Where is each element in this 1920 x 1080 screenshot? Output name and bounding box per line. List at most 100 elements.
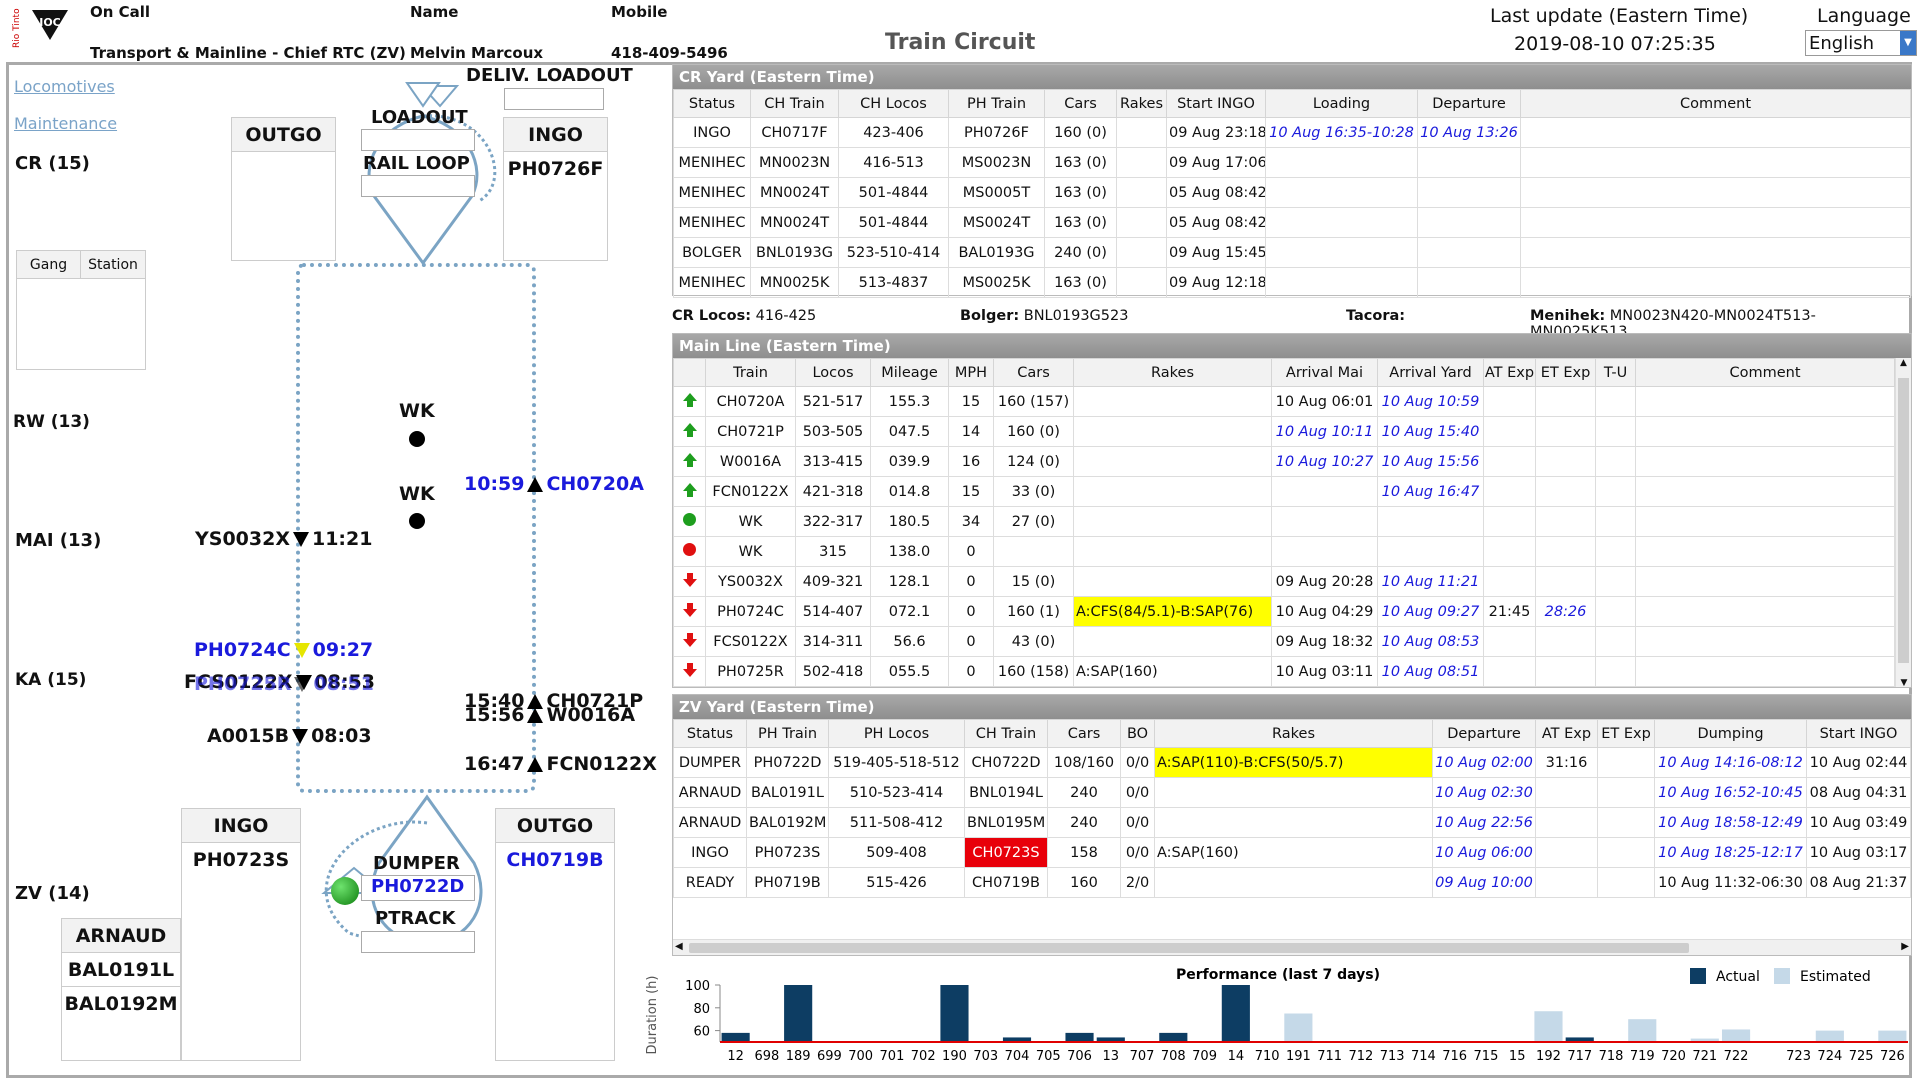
table-row[interactable]: MENIHEC MN0025K 513-4837 MS0025K 163 (0) 09 A… [673,267,1911,298]
table-cell: 322-317 [795,506,871,537]
table-cell [1595,416,1636,447]
table-row[interactable]: FCS0122X 314-311 56.6 0 43 (0) 09 Aug 18:32 10… [673,626,1895,657]
ml-col-header[interactable]: Rakes [1073,358,1272,387]
ptrack-slot[interactable] [361,931,475,953]
ingo-bottom-box[interactable]: INGO PH0723S [181,808,301,1061]
zv-col-header[interactable]: PH Train [746,719,829,748]
table-row[interactable]: ARNAUD BAL0192M 511-508-412 BNL0195M 240 0/0 1… [673,807,1911,838]
zv-col-header[interactable]: CH Train [964,719,1048,748]
rail-loop-slot[interactable] [361,175,475,197]
table-cell: MS0023N [948,147,1045,178]
table-cell: READY [673,867,747,898]
wk-dot-1[interactable] [409,431,425,447]
zv-col-header[interactable]: BO [1120,719,1155,748]
arnaud-box[interactable]: ARNAUD BAL0191L BAL0192M [61,918,181,1061]
train-w0016a[interactable]: 15:56 W0016A [464,704,635,726]
cr-col-header[interactable]: Rakes [1116,89,1167,118]
table-cell: 138.0 [870,536,949,567]
cr-col-header[interactable]: CH Train [750,89,839,118]
table-cell [1635,656,1895,687]
ml-col-header[interactable]: Arrival Mai [1271,358,1378,387]
zv-col-header[interactable]: Departure [1432,719,1536,748]
zv-col-header[interactable]: PH Locos [828,719,965,748]
train-a0015b[interactable]: A0015B 08:03 [207,725,372,747]
cr-col-header[interactable]: Start INGO [1166,89,1266,118]
language-selected: English [1809,33,1874,54]
language-select[interactable]: English ▼ [1805,30,1917,56]
loadout-slot[interactable] [361,129,475,151]
train-ch0720a[interactable]: 10:59 CH0720A [464,473,644,495]
table-row[interactable]: INGO CH0717F 423-406 PH0726F 160 (0) 09 Aug 2… [673,117,1911,148]
table-row[interactable]: FCN0122X 421-318 014.8 15 33 (0) 10 Aug 16:47 [673,476,1895,507]
train-ph0724c[interactable]: PH0724C 09:27 [194,639,373,661]
table-cell: 160 (0) [993,416,1074,447]
x-tick-label: 14 [1228,1049,1245,1064]
table-row[interactable]: MENIHEC MN0024T 501-4844 MS0005T 163 (0) 05 A… [673,177,1911,208]
ml-col-header[interactable]: Locos [795,358,871,387]
table-cell [1265,177,1418,208]
wk-dot-2[interactable] [409,513,425,529]
table-row[interactable]: DUMPER PH0722D 519-405-518-512 CH0722D 108/1… [673,747,1911,778]
train-ys0032x[interactable]: YS0032X 11:21 [195,528,372,550]
table-row[interactable]: MENIHEC MN0024T 501-4844 MS0024T 163 (0) 05 A… [673,207,1911,238]
table-row[interactable]: PH0724C 514-407 072.1 0 160 (1) A:CFS(84/5.1)… [673,596,1895,627]
zv-horizontal-scrollbar[interactable]: ◀ ▶ [673,939,1911,955]
table-cell: 10 Aug 03:17 [1806,837,1911,868]
main-line-scrollbar[interactable]: ▲ ▼ [1895,358,1911,687]
ml-col-header[interactable]: MPH [948,358,994,387]
bar-actual [1159,1032,1188,1042]
table-cell: 014.8 [870,476,949,507]
ml-col-header[interactable]: Train [705,358,796,387]
table-row[interactable]: READY PH0719B 515-426 CH0719B 160 2/0 09 Aug 1… [673,867,1911,898]
ml-col-header[interactable]: Cars [993,358,1074,387]
zv-col-header[interactable]: Cars [1047,719,1121,748]
locomotives-link[interactable]: Locomotives [14,77,115,96]
table-row[interactable]: W0016A 313-415 039.9 16 124 (0) 10 Aug 10:27 1… [673,446,1895,477]
train-ph0725r[interactable]: PH0725R 08:51 [194,673,374,695]
outgo-bottom-box[interactable]: OUTGO CH0719B [495,808,615,1061]
table-row[interactable]: CH0720A 521-517 155.3 15 160 (157) 10 Aug 06:… [673,386,1895,417]
ml-col-header[interactable]: Arrival Yard [1377,358,1484,387]
ml-col-header[interactable]: Mileage [870,358,949,387]
cr-col-header[interactable]: CH Locos [838,89,949,118]
ml-col-header[interactable]: Comment [1635,358,1895,387]
dumper-value[interactable]: PH0722D [371,876,464,897]
ingo-top-box[interactable]: INGO PH0726F [503,117,608,261]
train-fcn0122x[interactable]: 16:47 FCN0122X [464,753,657,775]
zv-col-header[interactable]: Start INGO [1806,719,1911,748]
zv-col-header[interactable]: Status [673,719,747,748]
table-row[interactable]: CH0721P 503-505 047.5 14 160 (0) 10 Aug 10:11… [673,416,1895,447]
dumper-status-indicator[interactable] [331,877,359,905]
table-row[interactable]: INGO PH0723S 509-408 CH0723S 158 0/0 A:SAP(160… [673,837,1911,868]
table-row[interactable]: BOLGER BNL0193G 523-510-414 BAL0193G 240 (0)… [673,237,1911,268]
ml-col-header[interactable]: ET Exp [1535,358,1596,387]
table-row[interactable]: PH0725R 502-418 055.5 0 160 (158) A:SAP(160) 1… [673,656,1895,687]
zv-col-header[interactable]: AT Exp [1535,719,1598,748]
zv-col-header[interactable]: ET Exp [1597,719,1655,748]
table-cell: 503-505 [795,416,871,447]
cr-col-header[interactable]: Status [673,89,751,118]
table-row[interactable]: WK 315 138.0 0 [673,536,1895,567]
table-row[interactable]: YS0032X 409-321 128.1 0 15 (0) 09 Aug 20:28 10… [673,566,1895,597]
train-id: FCN0122X [546,753,657,775]
ml-col-header[interactable] [673,358,706,387]
table-cell: BAL0191L [746,777,829,808]
zv-col-header[interactable]: Rakes [1154,719,1433,748]
table-cell: 09 Aug 17:06 [1166,147,1266,178]
cr-col-header[interactable]: Comment [1520,89,1911,118]
deliv-loadout-slot[interactable] [504,88,604,110]
table-row[interactable]: MENIHEC MN0023N 416-513 MS0023N 163 (0) 09 Au… [673,147,1911,178]
ml-col-header[interactable]: T-U [1595,358,1636,387]
ml-col-header[interactable]: AT Exp [1483,358,1536,387]
cr-col-header[interactable]: Cars [1044,89,1117,118]
cr-col-header[interactable]: Departure [1417,89,1521,118]
outgo-top-box[interactable]: OUTGO [231,117,336,261]
cr-col-header[interactable]: PH Train [948,89,1045,118]
table-row[interactable]: WK 322-317 180.5 34 27 (0) [673,506,1895,537]
zv-yard-title: ZV Yard (Eastern Time) [673,695,1911,719]
zv-col-header[interactable]: Dumping [1654,719,1807,748]
table-cell: 10 Aug 08:53 [1377,626,1484,657]
table-row[interactable]: ARNAUD BAL0191L 510-523-414 BNL0194L 240 0/0 1… [673,777,1911,808]
cr-col-header[interactable]: Loading [1265,89,1418,118]
maintenance-link[interactable]: Maintenance [14,114,117,133]
